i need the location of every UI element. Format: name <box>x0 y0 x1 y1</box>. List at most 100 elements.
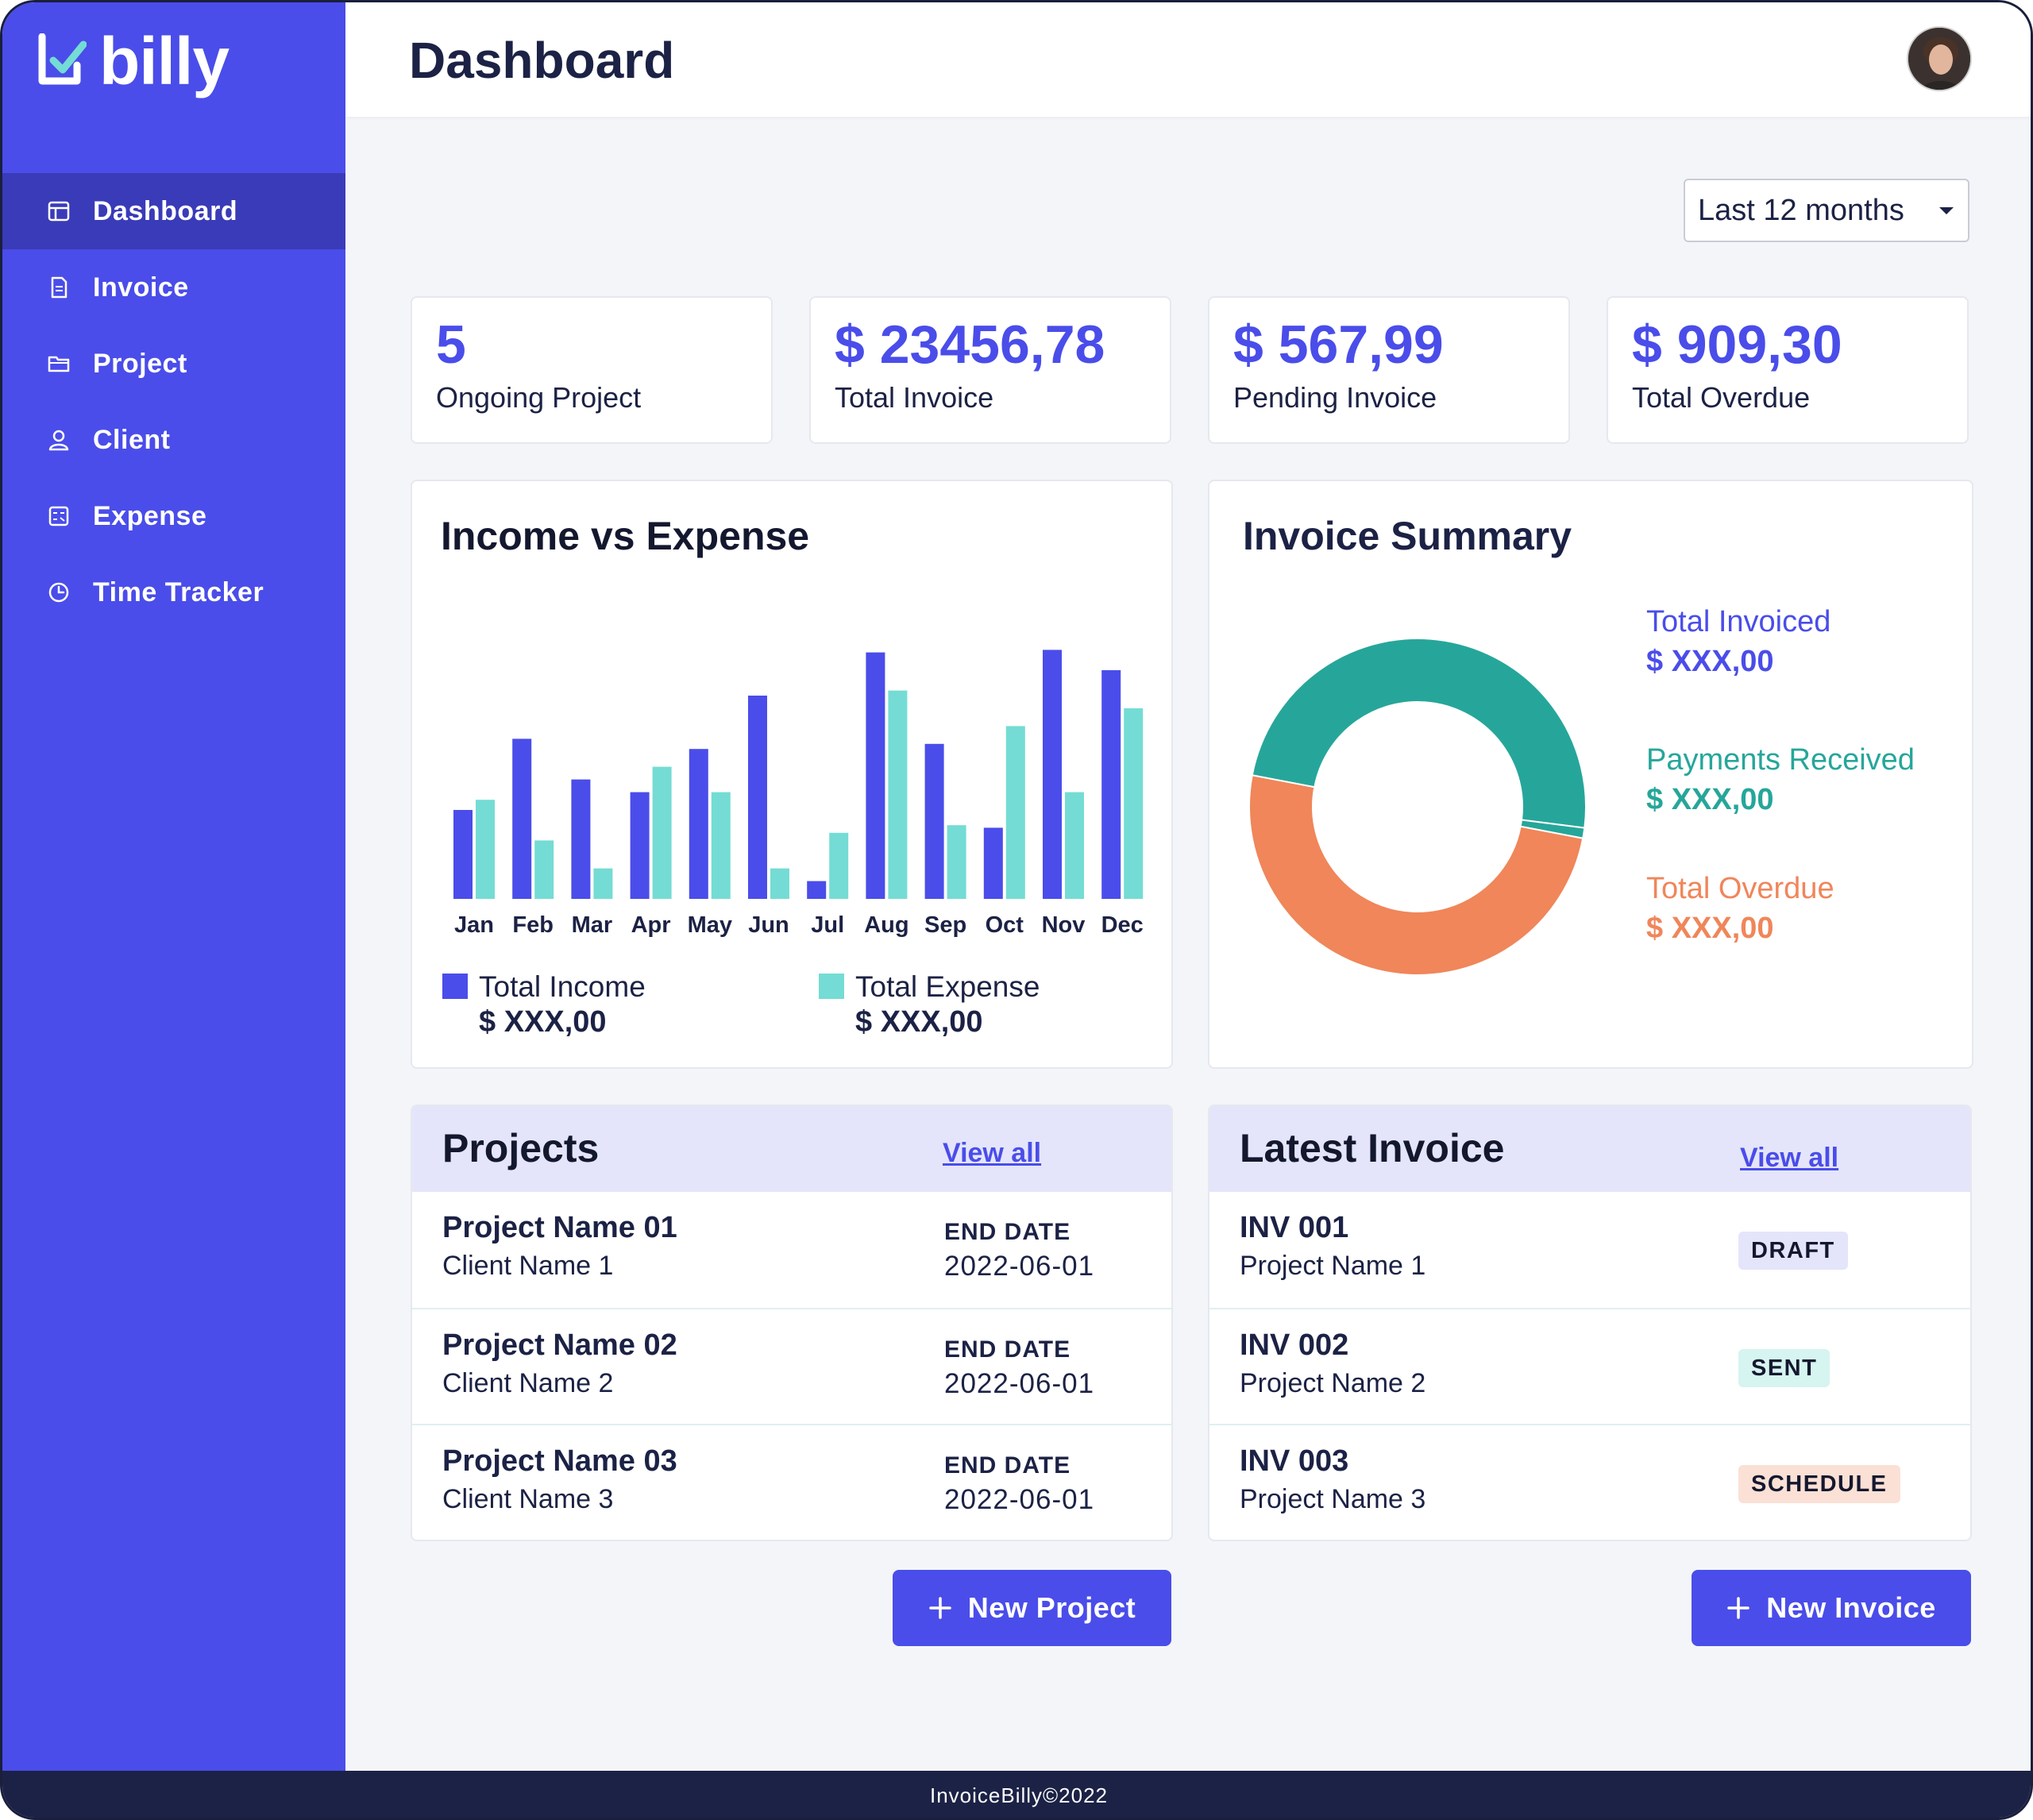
chevron-down-icon <box>1939 207 1954 214</box>
expense-bar-may <box>711 792 731 899</box>
x-tick-label: Dec <box>1101 912 1144 938</box>
calculator-icon <box>48 506 69 526</box>
stat-card-total-overdue: $ 909,30 Total Overdue <box>1607 296 1969 444</box>
summary-value-payments-received: $ XXX,00 <box>1646 783 1774 816</box>
stat-value: $ 567,99 <box>1233 314 1444 375</box>
sidebar-item-invoice[interactable]: Invoice <box>2 249 345 326</box>
invoice-summary-title: Invoice Summary <box>1243 514 1572 558</box>
stat-card-total-invoice: $ 23456,78 Total Invoice <box>809 296 1171 444</box>
period-select-value: Last 12 months <box>1698 193 1904 227</box>
end-date-value: 2022-06-01 <box>944 1484 1095 1515</box>
sidebar-nav: Dashboard Invoice Project Client Expense… <box>2 173 345 630</box>
x-tick-label: Oct <box>986 912 1024 938</box>
latest-invoice-header: Latest Invoice View all <box>1209 1106 1970 1192</box>
income-bar-jan <box>453 810 473 899</box>
end-date-label: END DATE <box>944 1336 1071 1363</box>
folder-icon <box>48 356 70 372</box>
income-bar-aug <box>866 652 885 899</box>
stat-label: Total Invoice <box>835 380 994 414</box>
sidebar-item-dashboard[interactable]: Dashboard <box>2 173 345 249</box>
sidebar-item-project[interactable]: Project <box>2 326 345 402</box>
x-tick-label: Nov <box>1042 912 1086 938</box>
stat-label: Ongoing Project <box>436 380 642 414</box>
table-row[interactable]: INV 002 Project Name 2 SENT <box>1209 1308 1970 1424</box>
income-expense-title: Income vs Expense <box>441 514 810 558</box>
expense-bar-jan <box>476 800 495 899</box>
expense-bar-mar <box>593 868 613 899</box>
top-header: Dashboard <box>345 2 2031 117</box>
legend-label-expense: Total Expense <box>855 970 1040 1003</box>
table-row[interactable]: INV 001 Project Name 1 DRAFT <box>1209 1192 1970 1308</box>
invoices-view-all-link[interactable]: View all <box>1740 1143 1838 1174</box>
project-client: Client Name 2 <box>442 1368 614 1398</box>
income-bar-dec <box>1101 670 1121 899</box>
sidebar-item-label: Invoice <box>93 272 189 303</box>
sidebar-item-client[interactable]: Client <box>2 402 345 478</box>
income-bar-nov <box>1043 650 1062 899</box>
legend-value-expense: $ XXX,00 <box>855 1005 983 1039</box>
user-avatar-icon <box>1908 28 1970 90</box>
income-bar-oct <box>983 827 1003 899</box>
expense-bar-apr <box>652 766 672 899</box>
stat-card-pending-invoice: $ 567,99 Pending Invoice <box>1208 296 1570 444</box>
project-client: Client Name 3 <box>442 1484 614 1514</box>
table-row[interactable]: Project Name 01 Client Name 1 END DATE 2… <box>412 1192 1171 1308</box>
sidebar-item-expense[interactable]: Expense <box>2 478 345 554</box>
status-badge: DRAFT <box>1738 1232 1848 1270</box>
legend-label-income: Total Income <box>479 970 646 1003</box>
new-invoice-button[interactable]: New Invoice <box>1692 1570 1971 1646</box>
invoice-number: INV 001 <box>1240 1211 1349 1244</box>
sidebar-item-label: Expense <box>93 500 207 531</box>
page-title: Dashboard <box>409 32 675 89</box>
project-name: Project Name 03 <box>442 1444 677 1478</box>
stat-label: Total Overdue <box>1632 380 1811 414</box>
summary-value-total-overdue: $ XXX,00 <box>1646 912 1774 945</box>
expense-bar-feb <box>534 840 554 899</box>
invoice-summary-panel: Invoice Summary Total Invoiced $ XXX,00 … <box>1208 480 1973 1069</box>
income-bar-apr <box>630 792 650 899</box>
sidebar-item-time-tracker[interactable]: Time Tracker <box>2 554 345 630</box>
stat-value: 5 <box>436 314 466 375</box>
new-project-label: New Project <box>967 1591 1136 1624</box>
expense-bar-dec <box>1124 708 1144 899</box>
projects-view-all-link[interactable]: View all <box>943 1138 1041 1169</box>
income-bar-may <box>689 749 708 899</box>
logo-text: billy <box>99 24 230 98</box>
income-expense-panel: Income vs Expense Jan Feb Mar Apr May Jun Jul A… <box>411 480 1173 1069</box>
x-tick-label: Aug <box>864 912 908 938</box>
period-select[interactable]: Last 12 months <box>1684 179 1969 242</box>
expense-bar-nov <box>1065 792 1084 899</box>
table-row[interactable]: Project Name 03 Client Name 3 END DATE 2… <box>412 1424 1171 1540</box>
expense-bar-sep <box>947 825 966 899</box>
footer-text: InvoiceBilly©2022 <box>929 1783 1109 1807</box>
end-date-value: 2022-06-01 <box>944 1368 1095 1399</box>
income-bar-feb <box>512 738 532 899</box>
table-row[interactable]: Project Name 02 Client Name 2 END DATE 2… <box>412 1308 1171 1424</box>
project-client: Client Name 1 <box>442 1251 614 1281</box>
x-tick-label: Feb <box>512 912 554 938</box>
stat-value: $ 23456,78 <box>835 314 1105 375</box>
legend-swatch-income <box>442 974 468 999</box>
new-project-button[interactable]: New Project <box>893 1570 1171 1646</box>
plus-icon <box>928 1597 951 1619</box>
latest-invoice-title: Latest Invoice <box>1240 1126 1505 1170</box>
x-tick-label: Sep <box>924 912 966 938</box>
end-date-value: 2022-06-01 <box>944 1251 1095 1282</box>
projects-panel: Projects View all Project Name 01 Client… <box>411 1105 1173 1541</box>
legend-value-income: $ XXX,00 <box>479 1005 607 1039</box>
new-invoice-label: New Invoice <box>1766 1591 1936 1624</box>
end-date-label: END DATE <box>944 1452 1071 1479</box>
clock-icon <box>48 582 69 603</box>
avatar[interactable] <box>1907 26 1972 91</box>
app-frame: billy Dashboard Invoice Project Client E… <box>0 0 2033 1820</box>
invoice-project: Project Name 3 <box>1240 1484 1426 1514</box>
summary-label-total-invoiced: Total Invoiced <box>1646 605 1831 638</box>
invoice-number: INV 003 <box>1240 1444 1349 1478</box>
stat-label: Pending Invoice <box>1233 380 1437 414</box>
table-row[interactable]: INV 003 Project Name 3 SCHEDULE <box>1209 1424 1970 1540</box>
sidebar-item-label: Project <box>93 348 187 379</box>
invoice-number: INV 002 <box>1240 1328 1349 1362</box>
x-tick-label: Jul <box>811 912 844 938</box>
logo[interactable]: billy <box>37 24 230 98</box>
x-tick-label: May <box>688 912 732 938</box>
